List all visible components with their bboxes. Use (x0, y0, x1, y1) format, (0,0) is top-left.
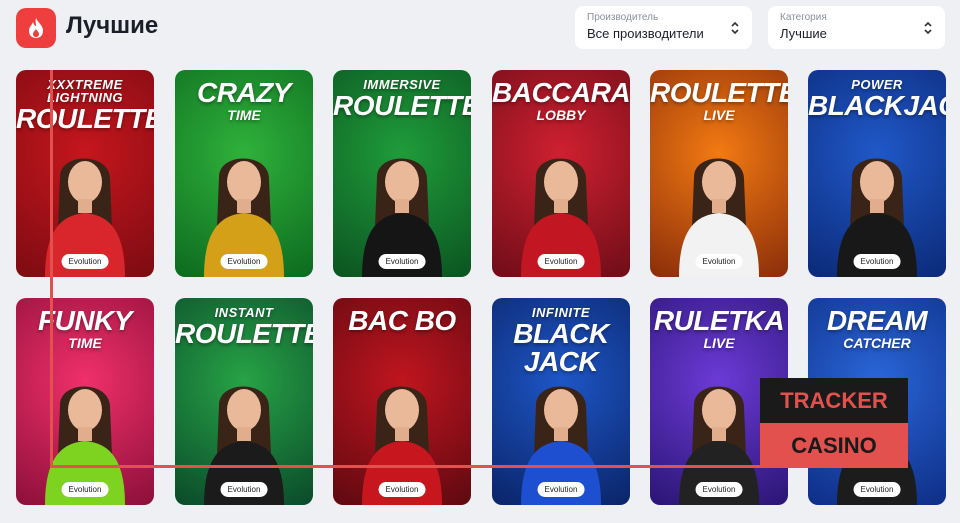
game-title-sub: LIVE (703, 107, 735, 123)
provider-badge: Evolution (853, 482, 901, 497)
game-card[interactable]: FUNKY TIME Evolution (16, 298, 154, 505)
watermark-line (50, 70, 53, 468)
game-title: INSTANT ROULETTE (175, 306, 313, 348)
game-title: IMMERSIVE ROULETTE (333, 78, 471, 120)
game-card[interactable]: IMMERSIVE ROULETTE Evolution (333, 70, 471, 277)
provider-badge: Evolution (853, 254, 901, 269)
game-title-big: ROULETTE (175, 318, 313, 349)
game-title: FUNKY TIME (16, 305, 154, 351)
game-title-big: DREAM (826, 305, 928, 336)
game-title-big: BACCARAT (492, 77, 630, 108)
game-title: DREAM CATCHER (808, 305, 946, 351)
provider-badge: Evolution (220, 254, 268, 269)
category-logo (16, 8, 56, 48)
watermark-tracker: TRACKER (760, 378, 908, 423)
watermark-casino: CASINO (760, 423, 908, 468)
game-title: RULETKA LIVE (650, 305, 788, 351)
page-title: Лучшие (66, 12, 159, 39)
game-card[interactable]: ROULETTE LIVE Evolution (650, 70, 788, 277)
game-card[interactable]: INFINITE BLACK JACK Evolution (492, 298, 630, 505)
provider-select-label: Производитель (587, 12, 659, 23)
game-title-big: FUNKY (38, 305, 132, 336)
game-title-big: RULETKA (653, 305, 785, 336)
game-title-big: CRAZY (197, 77, 291, 108)
game-title: CRAZY TIME (175, 77, 313, 123)
provider-badge: Evolution (61, 254, 109, 269)
game-title: BAC BO (333, 306, 471, 335)
provider-badge: Evolution (220, 482, 268, 497)
page-header: Лучшие Производитель Все производители К… (0, 0, 960, 60)
flame-icon (29, 18, 43, 38)
provider-badge: Evolution (378, 254, 426, 269)
game-card[interactable]: XXXTREME LIGHTNING ROULETTE Evolution (16, 70, 154, 277)
game-card[interactable]: BAC BO Evolution (333, 298, 471, 505)
game-title: BACCARAT LOBBY (492, 77, 630, 123)
category-select-value: Лучшие (780, 26, 827, 41)
game-title-sub: TIME (68, 335, 102, 351)
game-title-sub: CATCHER (843, 335, 911, 351)
provider-select-value: Все производители (587, 26, 704, 41)
provider-badge: Evolution (378, 482, 426, 497)
game-card[interactable]: INSTANT ROULETTE Evolution (175, 298, 313, 505)
game-title-big: ROULETTE (16, 103, 154, 134)
chevron-updown-icon (731, 21, 739, 35)
chevron-updown-icon (924, 21, 932, 35)
provider-select[interactable]: Производитель Все производители (575, 6, 752, 49)
game-title-sub: LIVE (703, 335, 735, 351)
game-title-big: ROULETTE (650, 77, 788, 108)
game-title-small: XXXTREME LIGHTNING (47, 77, 123, 105)
game-title-big: BLACKJACK (808, 90, 946, 121)
provider-badge: Evolution (537, 254, 585, 269)
category-select-label: Категория (780, 12, 827, 23)
game-title: POWERBLACKJACK (808, 78, 946, 120)
game-title-big: BAC BO (348, 305, 456, 336)
game-card[interactable]: CRAZY TIME Evolution (175, 70, 313, 277)
game-title: ROULETTE LIVE (650, 77, 788, 123)
watermark-line (50, 465, 760, 468)
provider-badge: Evolution (695, 254, 743, 269)
game-title-sub: TIME (227, 107, 261, 123)
provider-badge: Evolution (537, 482, 585, 497)
provider-badge: Evolution (695, 482, 743, 497)
game-title-sub: LOBBY (536, 107, 586, 123)
category-select[interactable]: Категория Лучшие (768, 6, 945, 49)
game-card[interactable]: BACCARAT LOBBY Evolution (492, 70, 630, 277)
provider-badge: Evolution (61, 482, 109, 497)
game-title-big: ROULETTE (333, 90, 471, 121)
game-title: XXXTREME LIGHTNING ROULETTE (16, 78, 154, 133)
game-card[interactable]: POWERBLACKJACK Evolution (808, 70, 946, 277)
